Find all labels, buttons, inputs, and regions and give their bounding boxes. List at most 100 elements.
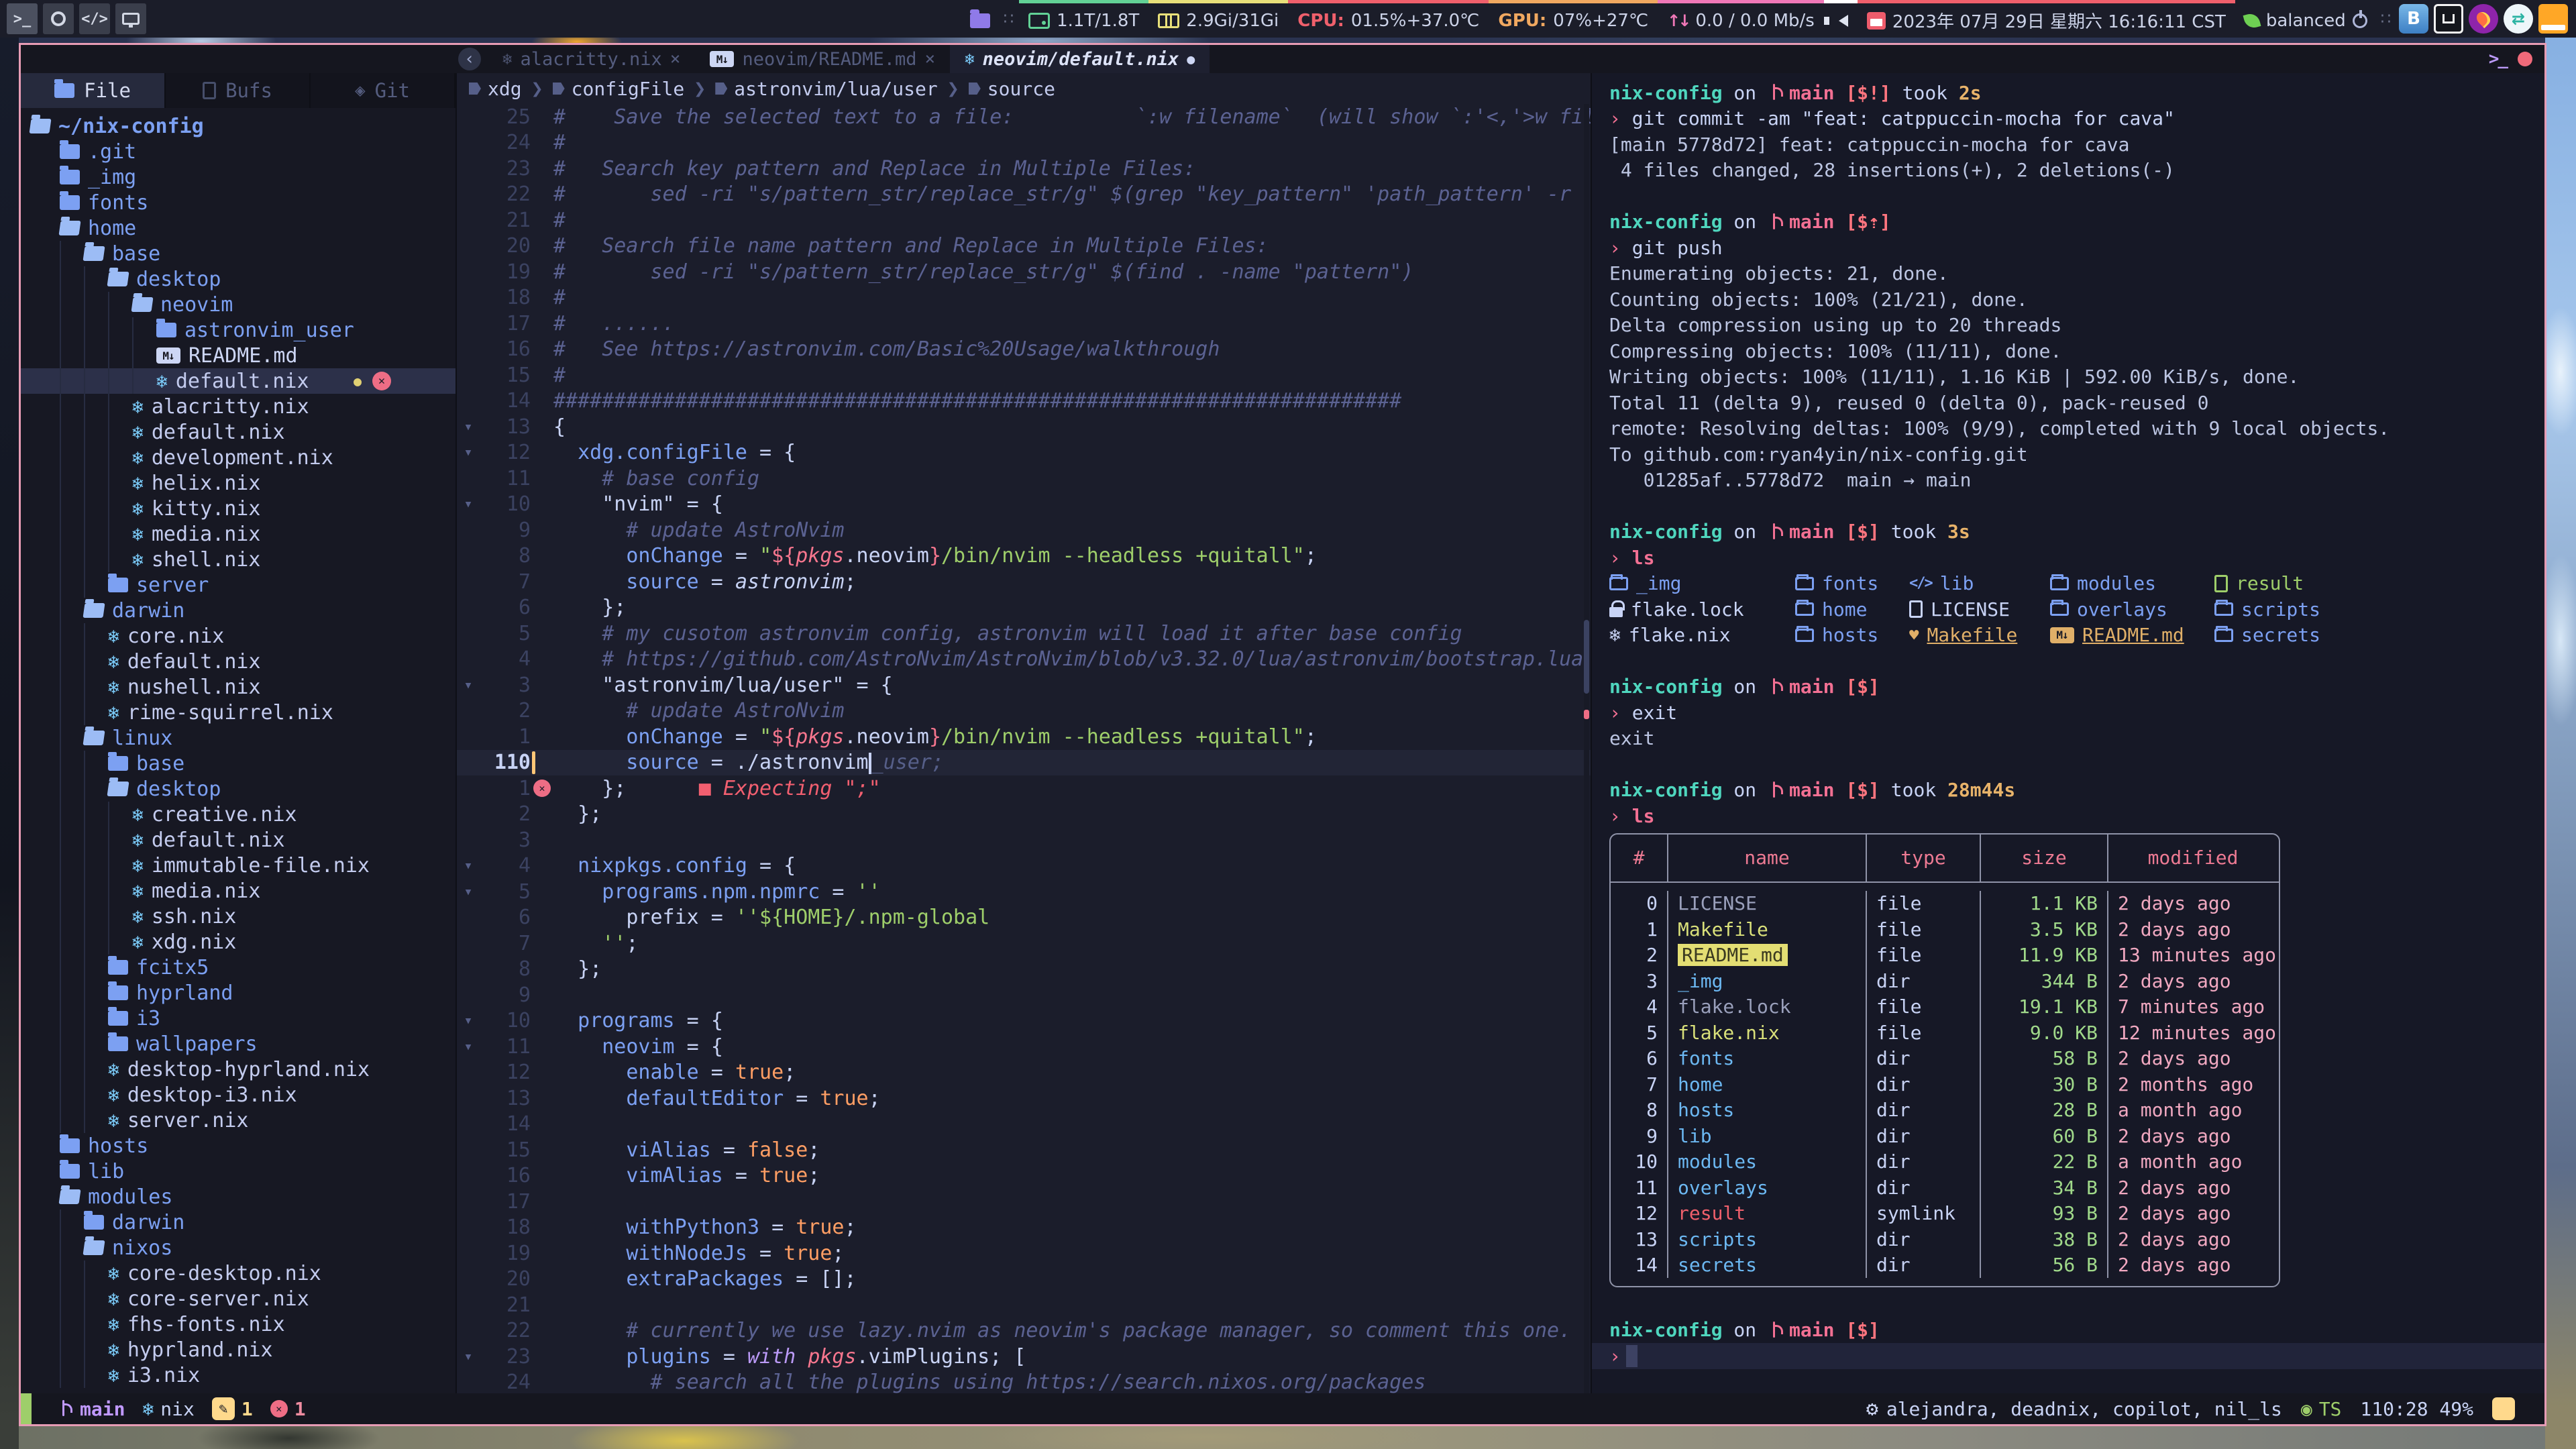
tree-item-default-nix[interactable]: ❄default.nix — [21, 649, 455, 674]
tab-neovim-default-nix[interactable]: ❄ neovim/default.nix ● — [950, 45, 1210, 73]
tree-item-readme-md[interactable]: M↓README.md — [21, 343, 455, 368]
tree-item-media-nix[interactable]: ❄media.nix — [21, 521, 455, 547]
fold-marker[interactable]: ▾ — [457, 883, 480, 900]
fold-marker[interactable]: ▾ — [457, 1012, 480, 1029]
tree-item-alacritty-nix[interactable]: ❄alacritty.nix — [21, 394, 455, 419]
tree-item-default-nix[interactable]: ❄default.nix — [21, 419, 455, 445]
browser-workspace-button[interactable] — [43, 3, 74, 34]
tree-item--nix-config[interactable]: ~/nix-config — [21, 113, 455, 139]
netdisk-tray-icon[interactable] — [2538, 4, 2568, 34]
editor-scrollbar[interactable] — [1584, 104, 1589, 1393]
editor-pane[interactable]: xdg ❯ configFile ❯ astronvim/lua/user ❯ … — [457, 73, 1591, 1393]
tree-item-xdg-nix[interactable]: ❄xdg.nix — [21, 929, 455, 955]
tree-item-development-nix[interactable]: ❄development.nix — [21, 445, 455, 470]
terminal-workspace-button[interactable]: >_ — [7, 3, 38, 34]
breadcrumb-item[interactable]: xdg — [469, 78, 522, 100]
tree-item-immutable-file-nix[interactable]: ❄immutable-file.nix — [21, 853, 455, 878]
ls-entry-label: flake.lock — [1631, 598, 1744, 621]
tree-item-desktop[interactable]: desktop — [21, 776, 455, 802]
terminal-close-icon[interactable] — [2518, 52, 2532, 66]
fold-marker[interactable]: ▾ — [457, 857, 480, 874]
tree-item-hosts[interactable]: hosts — [21, 1133, 455, 1159]
bluetooth-tray-icon[interactable]: B — [2399, 4, 2428, 34]
tree-item-ssh-nix[interactable]: ❄ssh.nix — [21, 904, 455, 929]
tree-item-shell-nix[interactable]: ❄shell.nix — [21, 547, 455, 572]
tree-item-desktop-i3-nix[interactable]: ❄desktop-i3.nix — [21, 1082, 455, 1108]
tree-item-default-nix[interactable]: ❄default.nix — [21, 827, 455, 853]
sidebar-tab-bufs[interactable]: Bufs — [166, 73, 311, 108]
cell-type: dir — [1866, 1175, 1980, 1201]
breadcrumb-item[interactable]: configFile — [553, 78, 685, 100]
tree-item-modules[interactable]: modules — [21, 1184, 455, 1210]
tree-item-linux[interactable]: linux — [21, 725, 455, 751]
fold-marker[interactable]: ▾ — [457, 496, 480, 513]
tree-item-default-nix[interactable]: ❄default.nix●✕ — [21, 368, 455, 394]
terminal-toggle-icon[interactable]: >_ — [2489, 49, 2507, 69]
tree-item-hyprland[interactable]: hyprland — [21, 980, 455, 1006]
breadcrumb-item[interactable]: astronvim/lua/user — [715, 78, 937, 100]
fold-marker[interactable]: ▾ — [457, 419, 480, 435]
flameshot-tray-icon[interactable] — [2469, 4, 2498, 34]
chevron-right-icon: ❯ — [694, 77, 706, 101]
tree-item-fonts[interactable]: fonts — [21, 190, 455, 215]
tree-item-darwin[interactable]: darwin — [21, 1210, 455, 1235]
tree-item-desktop-hyprland-nix[interactable]: ❄desktop-hyprland.nix — [21, 1057, 455, 1082]
tree-item-kitty-nix[interactable]: ❄kitty.nix — [21, 496, 455, 521]
breadcrumb-item[interactable]: source — [969, 78, 1055, 100]
tree-item-home[interactable]: home — [21, 215, 455, 241]
tree-item-nixos[interactable]: nixos — [21, 1235, 455, 1260]
tree-item-wallpapers[interactable]: wallpapers — [21, 1031, 455, 1057]
tree-item-server-nix[interactable]: ❄server.nix — [21, 1108, 455, 1133]
cell-size: 60 B — [1980, 1123, 2107, 1149]
tree-item-nushell-nix[interactable]: ❄nushell.nix — [21, 674, 455, 700]
nutstore-tray-icon[interactable]: ⇄ — [2504, 4, 2533, 34]
tree-item-helix-nix[interactable]: ❄helix.nix — [21, 470, 455, 496]
tree-item-core-desktop-nix[interactable]: ❄core-desktop.nix — [21, 1260, 455, 1286]
close-icon[interactable]: × — [925, 49, 936, 69]
barrier-tray-icon[interactable] — [2434, 4, 2463, 34]
tree-item-creative-nix[interactable]: ❄creative.nix — [21, 802, 455, 827]
close-icon[interactable]: × — [670, 49, 681, 69]
tree-item-fcitx5[interactable]: fcitx5 — [21, 955, 455, 980]
fold-marker[interactable]: ▾ — [457, 1038, 480, 1055]
tree-item--img[interactable]: _img — [21, 164, 455, 190]
scrollbar-thumb[interactable] — [1584, 620, 1589, 694]
back-icon[interactable]: ‹ — [458, 48, 481, 70]
ls-entry-lib: </>lib — [1909, 572, 2050, 594]
tree-item-base[interactable]: base — [21, 751, 455, 776]
tree-item-darwin[interactable]: darwin — [21, 598, 455, 623]
terminal-pane[interactable]: nix-config on main [$!] took 2s› git com… — [1591, 73, 2544, 1393]
tree-item-lib[interactable]: lib — [21, 1159, 455, 1184]
tab-neovim-readme[interactable]: M↓ neovim/README.md × — [695, 45, 950, 73]
token: /bin/nvim --headless +quitall" — [941, 544, 1305, 568]
tree-item-desktop[interactable]: desktop — [21, 266, 455, 292]
nix-snowflake-icon: ❄ — [132, 472, 144, 494]
fold-marker[interactable]: ▾ — [457, 1348, 480, 1365]
tree-item-base[interactable]: base — [21, 241, 455, 266]
monitor-workspace-button[interactable] — [115, 3, 146, 34]
code-workspace-button[interactable]: </> — [79, 3, 110, 34]
tree-item-i3[interactable]: i3 — [21, 1006, 455, 1031]
tree-item-hyprland-nix[interactable]: ❄hyprland.nix — [21, 1337, 455, 1362]
tree-item--git[interactable]: .git — [21, 139, 455, 164]
tree-item-rime-squirrel-nix[interactable]: ❄rime-squirrel.nix — [21, 700, 455, 725]
fold-marker[interactable]: ▾ — [457, 444, 480, 461]
tree-item-neovim[interactable]: neovim — [21, 292, 455, 317]
fold-marker[interactable]: ▾ — [457, 677, 480, 694]
tree-indent — [30, 139, 60, 164]
tree-item-core-server-nix[interactable]: ❄core-server.nix — [21, 1286, 455, 1311]
tree-item-media-nix[interactable]: ❄media.nix — [21, 878, 455, 904]
tab-alacritty-nix[interactable]: ❄ alacritty.nix × — [488, 45, 695, 73]
tree-item-fhs-fonts-nix[interactable]: ❄fhs-fonts.nix — [21, 1311, 455, 1337]
tree-item-server[interactable]: server — [21, 572, 455, 598]
terminal-prompt-line[interactable]: › — [1592, 1343, 2544, 1369]
cursor-position: 110:28 49% — [2360, 1398, 2473, 1420]
code-area[interactable]: 25# Save the selected text to a file: `:… — [457, 104, 1591, 1393]
tree-item-i3-nix[interactable]: ❄i3.nix — [21, 1362, 455, 1388]
volume-module[interactable] — [1824, 0, 1858, 38]
sidebar-tab-file[interactable]: File — [21, 73, 166, 108]
tree-item-astronvim-user[interactable]: astronvim_user — [21, 317, 455, 343]
power-profile-module[interactable]: balanced — [2235, 0, 2377, 38]
tree-item-core-nix[interactable]: ❄core.nix — [21, 623, 455, 649]
sidebar-tab-git[interactable]: ◈ Git — [311, 73, 455, 108]
